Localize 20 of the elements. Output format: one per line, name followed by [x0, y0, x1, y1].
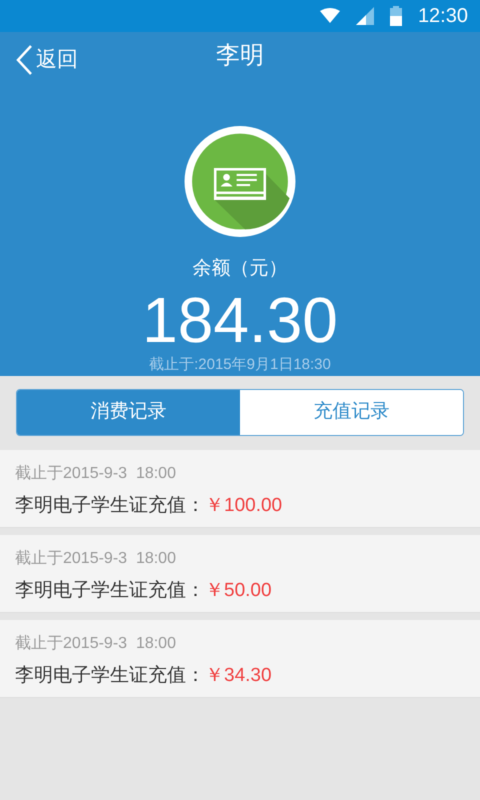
record-date: 截止于2015-9-3 18:00 [15, 634, 177, 654]
balance-label: 余额（元） [192, 257, 288, 281]
back-button[interactable]: 返回 [16, 44, 78, 76]
battery-icon [390, 6, 402, 26]
record-date: 截止于2015-9-3 18:00 [15, 464, 177, 484]
record-label: 李明电子学生证充值： [15, 579, 205, 603]
wifi-icon [320, 8, 340, 24]
page-title: 李明 [216, 40, 264, 71]
balance-amount: 184.30 [142, 288, 338, 352]
chevron-left-icon [16, 44, 32, 76]
signal-icon [356, 7, 374, 25]
record-date: 截止于2015-9-3 18:00 [15, 548, 177, 569]
balance-date: 截止于:2015年9月1日18:30 [149, 354, 331, 374]
record-label: 李明电子学生证充值： [15, 664, 205, 688]
record-amount: ￥34.30 [205, 664, 272, 688]
record-amount: ￥100.00 [205, 494, 282, 518]
record-amount: ￥50.00 [205, 579, 272, 603]
record-label: 李明电子学生证充值： [15, 494, 205, 518]
status-time: 12:30 [418, 4, 468, 29]
tab[interactable]: 消费记录 [17, 390, 240, 435]
